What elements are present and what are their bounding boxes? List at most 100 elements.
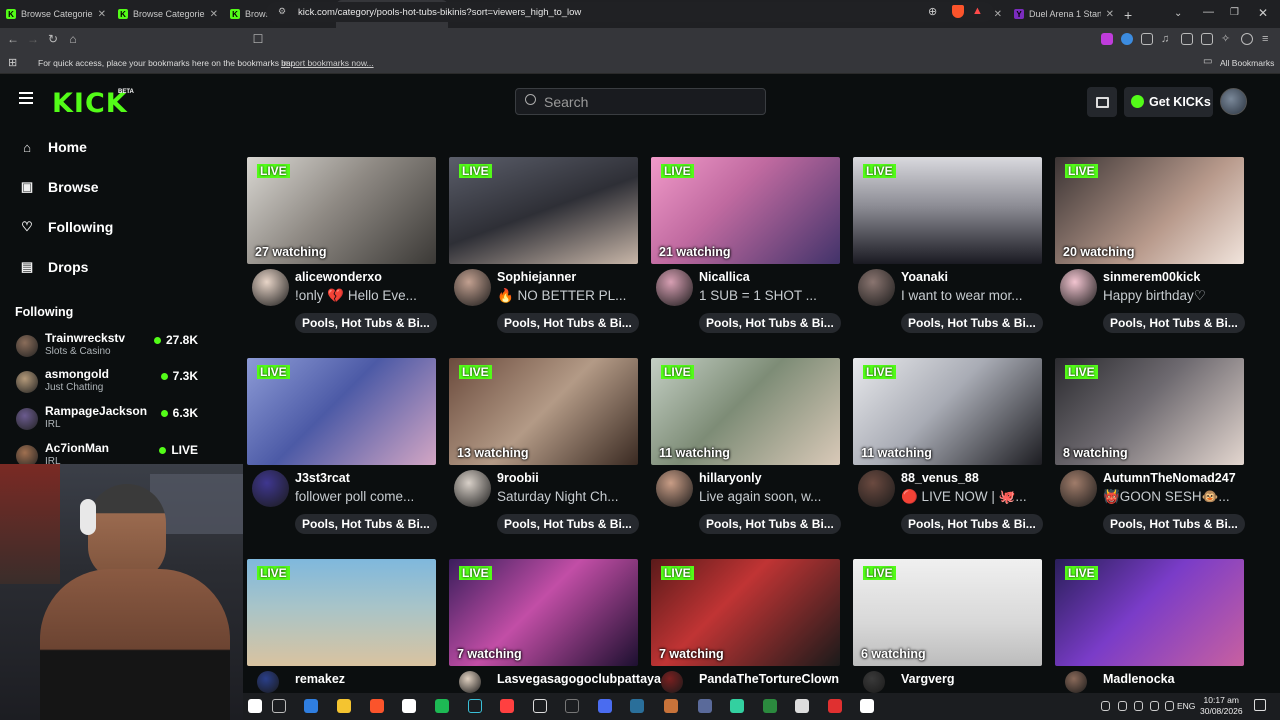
site-info-icon[interactable]: ⚙ [278,6,286,17]
stream-thumbnail[interactable]: LIVE [449,157,638,264]
sidebar-item-following[interactable]: ♡ Following [20,219,113,235]
zoom-icon[interactable]: ⊕ [928,5,937,18]
stream-card[interactable]: LIVE 8 watching AutumnTheNomad247 👹GOON SES… [1055,358,1245,538]
get-kicks-button[interactable]: Get KICKs [1124,87,1213,117]
stream-thumbnail[interactable]: LIVE 6 watching [853,559,1042,666]
stream-card[interactable]: LIVE 6 watching Vargverg [853,559,1042,693]
stream-title[interactable]: Live again soon, w... [699,489,840,504]
streamer-name[interactable]: Vargverg [901,672,955,686]
apps-grid-icon[interactable]: ⊞ [8,56,17,69]
network-icon[interactable] [1150,701,1159,711]
streamer-name[interactable]: sinmerem00kick [1103,270,1200,284]
volume-icon[interactable] [1165,701,1174,711]
stream-title[interactable]: 🔥 NO BETTER PL... [497,288,638,304]
stream-thumbnail[interactable]: LIVE [247,358,436,465]
tab-close-icon[interactable]: ✕ [994,9,1002,20]
app-icon[interactable] [828,699,842,713]
app-icon[interactable] [664,699,678,713]
app-icon[interactable] [730,699,744,713]
search-taskbar-icon[interactable] [272,699,286,713]
kick-logo[interactable]: KICK [52,88,128,119]
search-input[interactable]: Search [515,88,766,115]
maximize-icon[interactable]: ❐ [1230,7,1239,18]
mic-icon[interactable] [1134,701,1143,711]
epic-games-icon[interactable] [533,699,547,713]
streamer-name[interactable]: hillaryonly [699,471,762,485]
stream-card[interactable]: LIVE 21 watching Nicallica 1 SUB = 1 SHOT .… [651,157,841,337]
extension-icon[interactable] [1101,33,1113,45]
stream-card[interactable]: LIVE Yoanaki I want to wear mor... Pools, H… [853,157,1043,337]
start-icon[interactable] [248,699,262,713]
streamer-avatar[interactable] [863,671,885,693]
extension-icon[interactable] [1121,33,1133,45]
stream-card[interactable]: LIVE 7 watching Lasvegasagogoclubpattaya [449,559,661,693]
browser-tab[interactable]: Y Duel Arena 1 Start Tim ✕ [1008,0,1120,28]
stream-title[interactable]: Happy birthday♡ [1103,288,1244,304]
stream-card[interactable]: LIVE 11 watching 88_venus_88 🔴 LIVE NOW | 🐙… [853,358,1043,538]
system-clock[interactable]: 10:17 am 30/08/2026 [1200,695,1243,717]
streamer-avatar[interactable] [1060,269,1097,306]
category-tag[interactable]: Pools, Hot Tubs & Bi... [699,313,841,333]
stream-thumbnail[interactable]: LIVE 11 watching [651,358,840,465]
streamer-avatar[interactable] [858,470,895,507]
stream-card[interactable]: LIVE Madlenocka [1055,559,1244,693]
streamer-name[interactable]: remakez [295,672,345,686]
app-icon[interactable] [468,699,482,713]
discord-icon[interactable] [598,699,612,713]
stream-thumbnail[interactable]: LIVE [1055,559,1244,666]
stream-card[interactable]: LIVE remakez [247,559,436,693]
stream-thumbnail[interactable]: LIVE 20 watching [1055,157,1244,264]
streamer-avatar[interactable] [661,671,683,693]
edge-icon[interactable] [304,699,318,713]
stream-thumbnail[interactable]: LIVE 13 watching [449,358,638,465]
streamer-name[interactable]: AutumnTheNomad247 [1103,471,1236,485]
hamburger-menu-icon[interactable] [19,92,33,104]
brave-rewards-icon[interactable]: ▲ [972,5,983,17]
media-icon[interactable]: ♫ [1161,33,1173,45]
streamer-avatar[interactable] [1060,470,1097,507]
tab-close-icon[interactable]: ✕ [210,9,218,20]
streamer-name[interactable]: Madlenocka [1103,672,1175,686]
stream-title[interactable]: !only 💔 Hello Eve... [295,288,436,304]
streamer-avatar[interactable] [252,470,289,507]
spotify-icon[interactable] [435,699,449,713]
stream-card[interactable]: LIVE Sophiejanner 🔥 NO BETTER PL... Pools, … [449,157,639,337]
stream-thumbnail[interactable]: LIVE [853,157,1042,264]
new-tab-button[interactable]: + [1124,7,1132,23]
import-bookmarks-link[interactable]: Import bookmarks now... [281,58,374,68]
streamer-name[interactable]: Sophiejanner [497,270,576,284]
menu-icon[interactable]: ≡ [1262,33,1274,45]
app-icon[interactable] [763,699,777,713]
streamer-name[interactable]: Lasvegasagogoclubpattaya [497,672,661,686]
sidebar-toggle-icon[interactable] [1181,33,1193,45]
browser-tab[interactable]: K Browse Categories - K ✕ [0,0,112,28]
streamer-avatar[interactable] [454,269,491,306]
settings-icon[interactable] [795,699,809,713]
steam-icon[interactable] [630,699,644,713]
stream-thumbnail[interactable]: LIVE 7 watching [449,559,638,666]
category-tag[interactable]: Pools, Hot Tubs & Bi... [497,514,639,534]
following-item[interactable]: RampageJackson IRL 6.3K [16,404,202,440]
streamer-name[interactable]: 88_venus_88 [901,471,979,485]
tab-search-icon[interactable]: ⌄ [1174,8,1182,19]
streamer-avatar[interactable] [257,671,279,693]
app-icon[interactable] [565,699,579,713]
leo-ai-icon[interactable]: ✧ [1221,33,1233,45]
streamer-name[interactable]: alicewonderxo [295,270,382,284]
streamer-avatar[interactable] [656,470,693,507]
category-tag[interactable]: Pools, Hot Tubs & Bi... [1103,313,1245,333]
reload-icon[interactable]: ↻ [46,32,60,46]
all-bookmarks-button[interactable]: All Bookmarks [1220,58,1274,68]
back-icon[interactable]: ← [6,32,20,46]
sidebar-item-home[interactable]: ⌂ Home [20,139,87,155]
category-tag[interactable]: Pools, Hot Tubs & Bi... [1103,514,1245,534]
stream-card[interactable]: LIVE 11 watching hillaryonly Live again soo… [651,358,841,538]
stream-title[interactable]: Saturday Night Ch... [497,489,638,504]
stream-title[interactable]: 🔴 LIVE NOW | 🐙... [901,489,1042,505]
address-bar[interactable]: ⚙ kick.com/category/pools-hot-tubs-bikin… [266,2,994,22]
file-explorer-icon[interactable] [337,699,351,713]
streamer-avatar[interactable] [459,671,481,693]
stream-card[interactable]: LIVE 7 watching PandaTheTortureClown [651,559,840,693]
language-indicator[interactable]: ENG [1177,701,1195,711]
streamer-name[interactable]: J3st3rcat [295,471,350,485]
